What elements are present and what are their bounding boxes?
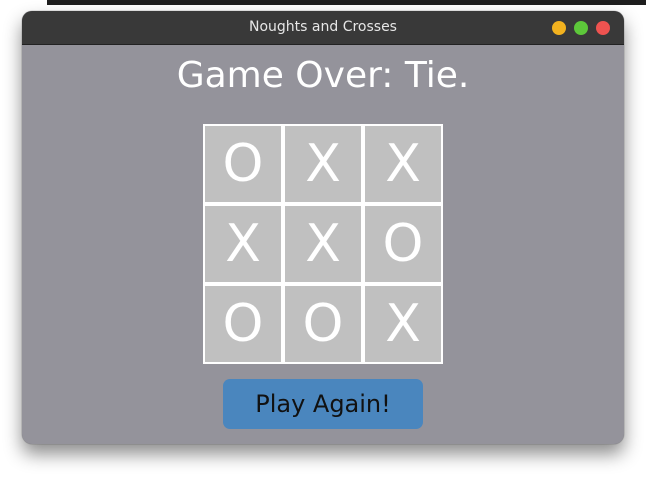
board-cell-r3c1[interactable]: O xyxy=(205,286,281,362)
maximize-button[interactable] xyxy=(574,21,588,35)
play-again-button[interactable]: Play Again! xyxy=(223,379,423,429)
board-cell-r3c3[interactable]: X xyxy=(365,286,441,362)
game-board: O X X X X O O O X xyxy=(203,124,443,364)
window-title: Noughts and Crosses xyxy=(249,19,397,35)
board-cell-r1c2[interactable]: X xyxy=(285,126,361,202)
game-status: Game Over: Tie. xyxy=(176,55,470,96)
board-cell-r1c1[interactable]: O xyxy=(205,126,281,202)
board-cell-r2c1[interactable]: X xyxy=(205,206,281,282)
board-cell-r2c2[interactable]: X xyxy=(285,206,361,282)
board-cell-r2c3[interactable]: O xyxy=(365,206,441,282)
titlebar[interactable]: Noughts and Crosses xyxy=(22,11,624,45)
board-cell-r1c3[interactable]: X xyxy=(365,126,441,202)
app-window: Noughts and Crosses Game Over: Tie. O X … xyxy=(22,11,624,444)
board-cell-r3c2[interactable]: O xyxy=(285,286,361,362)
minimize-button[interactable] xyxy=(552,21,566,35)
close-button[interactable] xyxy=(596,21,610,35)
background-window-strip xyxy=(47,0,646,5)
